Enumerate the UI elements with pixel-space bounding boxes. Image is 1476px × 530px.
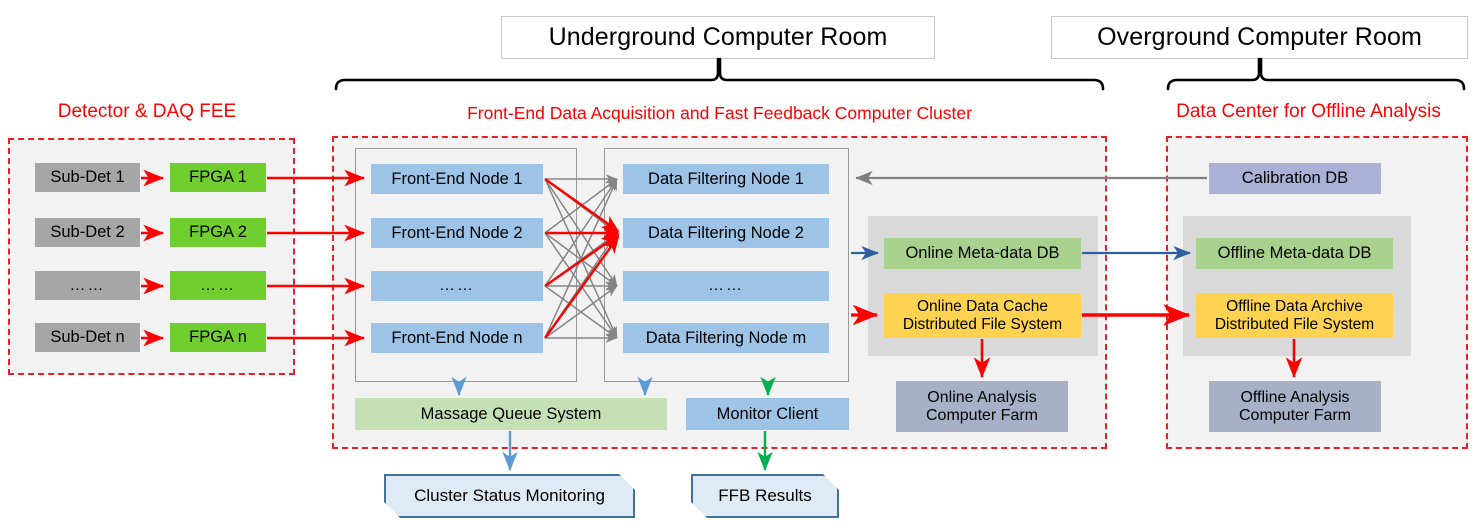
- caption-detector-daq-fee: Detector & DAQ FEE: [57, 101, 237, 122]
- caption-front-end-cluster: Front-End Data Acquisition and Fast Feed…: [467, 102, 972, 123]
- box-offline-data-archive[interactable]: Offline Data Archive Distributed File Sy…: [1196, 293, 1393, 338]
- box-online-data-cache[interactable]: Online Data Cache Distributed File Syste…: [884, 293, 1081, 338]
- box-sub-detector-ellipsis: ……: [35, 271, 140, 300]
- box-monitor-client[interactable]: Monitor Client: [686, 398, 849, 430]
- brace-underground: [334, 57, 1105, 91]
- box-fpga-2[interactable]: FPGA 2: [170, 218, 266, 247]
- box-sub-detector-2[interactable]: Sub-Det 2: [35, 218, 140, 247]
- box-ffb-results[interactable]: FFB Results: [691, 474, 839, 518]
- label-overground-computer-room: Overground Computer Room: [1051, 16, 1468, 59]
- box-online-meta-data-db[interactable]: Online Meta-data DB: [884, 238, 1081, 269]
- box-data-filtering-node-m[interactable]: Data Filtering Node m: [623, 323, 829, 353]
- label-underground-computer-room: Underground Computer Room: [501, 16, 935, 59]
- box-data-filtering-node-1[interactable]: Data Filtering Node 1: [623, 164, 829, 194]
- diagram-canvas: Underground Computer Room Overground Com…: [0, 0, 1476, 530]
- box-offline-analysis-farm[interactable]: Offline Analysis Computer Farm: [1209, 381, 1381, 432]
- box-offline-meta-data-db[interactable]: Offline Meta-data DB: [1196, 238, 1393, 269]
- box-online-analysis-farm[interactable]: Online Analysis Computer Farm: [896, 381, 1068, 432]
- box-front-end-node-n[interactable]: Front-End Node n: [371, 323, 543, 353]
- box-data-filtering-node-ellipsis: ……: [623, 271, 829, 301]
- box-message-queue-system[interactable]: Massage Queue System: [355, 398, 667, 430]
- box-fpga-1[interactable]: FPGA 1: [170, 163, 266, 192]
- brace-overground: [1166, 57, 1466, 91]
- box-front-end-node-1[interactable]: Front-End Node 1: [371, 164, 543, 194]
- box-front-end-node-ellipsis: ……: [371, 271, 543, 301]
- box-fpga-ellipsis: ……: [170, 271, 266, 300]
- box-cluster-status-monitoring[interactable]: Cluster Status Monitoring: [384, 474, 635, 518]
- box-fpga-n[interactable]: FPGA n: [170, 323, 266, 352]
- box-front-end-node-2[interactable]: Front-End Node 2: [371, 218, 543, 248]
- box-calibration-db[interactable]: Calibration DB: [1209, 163, 1381, 194]
- box-data-filtering-node-2[interactable]: Data Filtering Node 2: [623, 218, 829, 248]
- box-sub-detector-1[interactable]: Sub-Det 1: [35, 163, 140, 192]
- caption-data-center: Data Center for Offline Analysis: [1176, 101, 1441, 122]
- box-sub-detector-n[interactable]: Sub-Det n: [35, 323, 140, 352]
